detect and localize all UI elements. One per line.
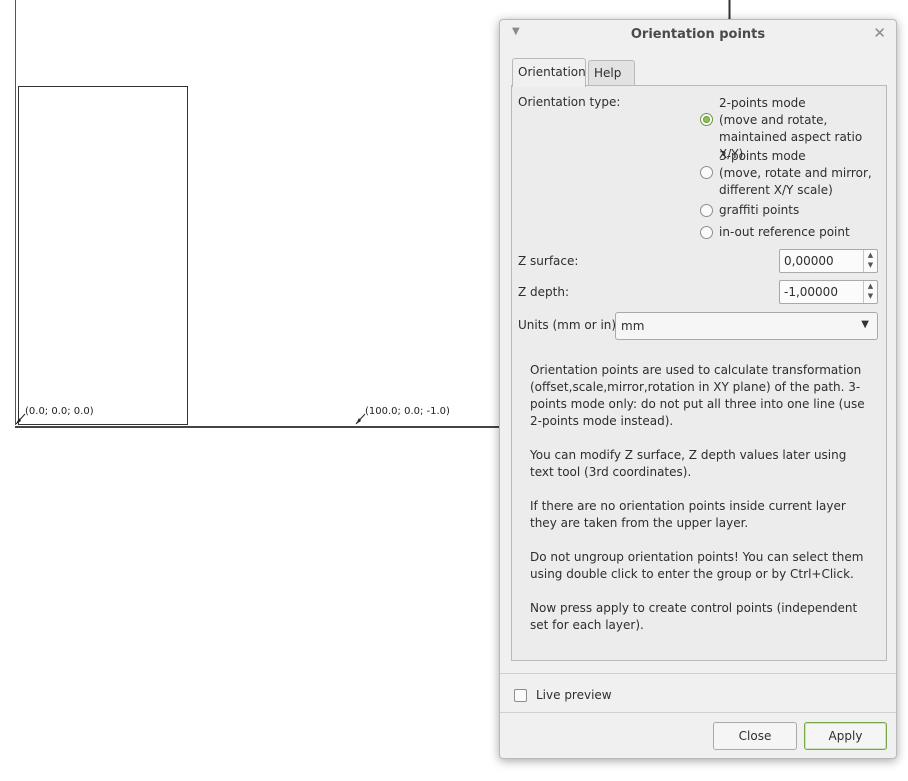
tab-help[interactable]: Help [588, 60, 635, 85]
orientation-points-dialog: ▼ Orientation points ✕ Orientation Help … [499, 19, 897, 759]
orientation-arrow-icon[interactable] [15, 413, 26, 425]
info-paragraph: You can modify Z surface, Z depth values… [530, 448, 847, 479]
drawing-rectangle[interactable] [18, 86, 188, 425]
spin-arrows-icon[interactable]: ▲ ▼ [863, 250, 877, 272]
radio-graffiti[interactable] [700, 204, 713, 217]
radio-3-points[interactable] [700, 166, 713, 179]
z-depth-spinbox[interactable]: -1,00000 ▲ ▼ [779, 280, 878, 304]
mode-3-points[interactable]: 3-points mode (move, rotate and mirror, … [700, 148, 872, 199]
z-depth-value: -1,00000 [784, 285, 838, 299]
z-surface-value: 0,00000 [784, 254, 834, 268]
info-paragraph: If there are no orientation points insid… [530, 499, 846, 530]
live-preview-label[interactable]: Live preview [536, 688, 612, 702]
orientation-type-label: Orientation type: [518, 95, 621, 109]
z-surface-label: Z surface: [518, 254, 579, 268]
orientation-tab-panel: Orientation type: 2-points mode (move an… [511, 85, 887, 661]
divider [500, 712, 896, 713]
close-icon[interactable]: ✕ [873, 24, 886, 42]
info-paragraph: Now press apply to create control points… [530, 601, 858, 632]
dialog-title: Orientation points [630, 27, 766, 42]
chevron-down-icon: ▼ [861, 319, 869, 330]
mode-in-out[interactable]: in-out reference point [700, 224, 850, 241]
close-button[interactable]: Close [713, 722, 797, 750]
spin-arrows-icon[interactable]: ▲ ▼ [863, 281, 877, 303]
orientation-point-label: (0.0; 0.0; 0.0) [25, 406, 94, 417]
units-label: Units (mm or in): [518, 318, 621, 332]
radio-2-points[interactable] [700, 113, 713, 126]
info-text: Orientation points are used to calculate… [530, 362, 870, 651]
info-paragraph: Do not ungroup orientation points! You c… [530, 550, 864, 581]
orientation-arrow-icon[interactable] [355, 413, 366, 425]
units-select[interactable]: mm ▼ [615, 312, 878, 340]
divider [500, 673, 896, 674]
info-paragraph: Orientation points are used to calculate… [530, 363, 865, 428]
tab-orientation[interactable]: Orientation [512, 58, 586, 87]
mode-graffiti[interactable]: graffiti points [700, 202, 799, 219]
z-depth-label: Z depth: [518, 285, 570, 299]
mode-graffiti-label: graffiti points [719, 203, 800, 217]
radio-in-out[interactable] [700, 226, 713, 239]
units-value: mm [621, 319, 645, 333]
titlebar[interactable]: ▼ Orientation points ✕ [500, 20, 896, 50]
orientation-point-label: (100.0; 0.0; -1.0) [365, 406, 450, 417]
apply-button[interactable]: Apply [804, 722, 887, 750]
mode-in-out-label: in-out reference point [719, 225, 850, 239]
z-surface-spinbox[interactable]: 0,00000 ▲ ▼ [779, 249, 878, 273]
mode-3-points-label: 3-points mode (move, rotate and mirror, … [719, 149, 872, 197]
live-preview-checkbox[interactable] [514, 689, 527, 702]
